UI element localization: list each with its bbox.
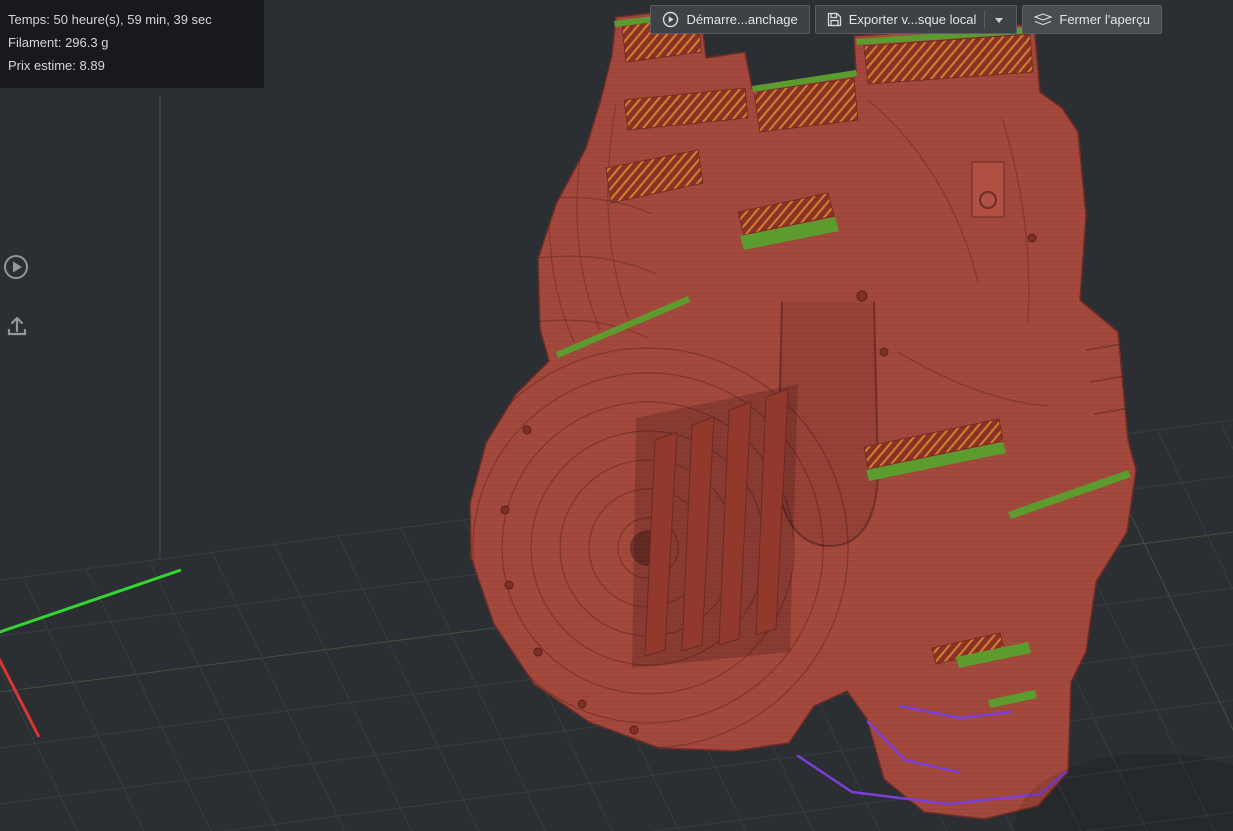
play-icon <box>663 11 679 28</box>
estimated-price: Prix estime: 8.89 <box>8 58 105 73</box>
layers-icon <box>1034 12 1053 25</box>
export-gcode-button[interactable]: Exporter v...sque local <box>814 5 1018 34</box>
close-preview-button[interactable]: Fermer l'aperçu <box>1022 5 1162 34</box>
start-print-button[interactable]: Démarre...anchage <box>650 5 810 34</box>
export-dropdown-toggle[interactable] <box>993 14 1005 26</box>
viewport-3d[interactable] <box>0 0 1233 831</box>
axis-x-red <box>0 657 41 738</box>
close-preview-label: Fermer l'aperçu <box>1059 12 1150 27</box>
slicer-preview-window: Temps: 50 heure(s), 59 min, 39 sec Filam… <box>0 0 1233 831</box>
print-stats-panel: Temps: 50 heure(s), 59 min, 39 sec Filam… <box>0 0 264 88</box>
model-slot <box>777 301 879 547</box>
upload-icon <box>7 316 27 336</box>
save-icon <box>827 12 841 27</box>
top-toolbar: Démarre...anchage Exporter v...sque loca… <box>650 5 1162 34</box>
export-gcode-label: Exporter v...sque local <box>848 12 977 27</box>
play-icon <box>4 255 28 279</box>
chevron-down-icon <box>995 17 1004 23</box>
filament-used: Filament: 296.3 g <box>8 35 109 50</box>
model-preview <box>469 7 1137 820</box>
print-time: Temps: 50 heure(s), 59 min, 39 sec <box>8 12 212 27</box>
side-upload-button[interactable] <box>4 313 30 344</box>
side-play-button[interactable] <box>2 253 30 286</box>
start-print-label: Démarre...anchage <box>686 12 798 27</box>
button-divider <box>984 10 986 29</box>
